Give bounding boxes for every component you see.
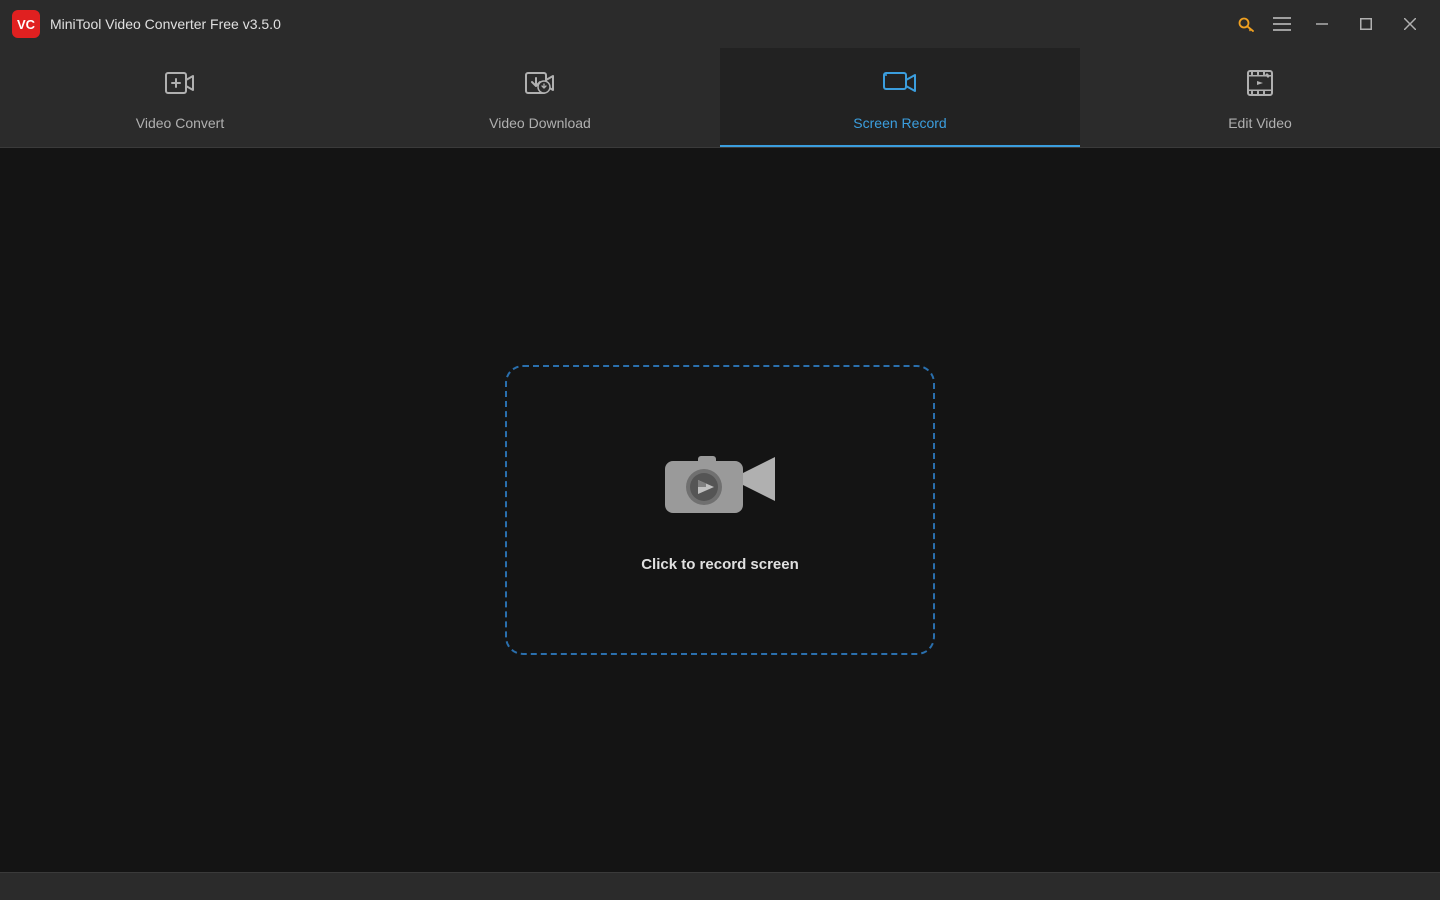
tab-video-download[interactable]: Video Download [360, 48, 720, 147]
edit-video-icon [1242, 65, 1278, 105]
menu-icon[interactable] [1268, 10, 1296, 38]
main-content: Click to record screen [0, 148, 1440, 872]
tab-video-convert[interactable]: Video Convert [0, 48, 360, 147]
title-bar: VC MiniTool Video Converter Free v3.5.0 [0, 0, 1440, 48]
footer [0, 872, 1440, 900]
maximize-button[interactable] [1348, 10, 1384, 38]
record-camera-icon [660, 447, 780, 532]
app-logo: VC [12, 10, 40, 38]
tab-edit-video-label: Edit Video [1228, 115, 1292, 131]
tab-edit-video[interactable]: Edit Video [1080, 48, 1440, 147]
record-screen-button[interactable]: Click to record screen [505, 365, 935, 655]
tab-screen-record[interactable]: Screen Record [720, 48, 1080, 147]
screen-record-icon [882, 65, 918, 105]
tab-screen-record-label: Screen Record [853, 115, 946, 131]
record-screen-label: Click to record screen [641, 556, 799, 573]
title-bar-controls [1232, 10, 1428, 38]
video-convert-icon [162, 65, 198, 105]
minimize-button[interactable] [1304, 10, 1340, 38]
nav-tabs: Video Convert Video Download Screen Reco… [0, 48, 1440, 148]
tab-video-convert-label: Video Convert [136, 115, 224, 131]
tab-video-download-label: Video Download [489, 115, 591, 131]
title-bar-left: VC MiniTool Video Converter Free v3.5.0 [12, 10, 281, 38]
video-download-icon [522, 65, 558, 105]
close-button[interactable] [1392, 10, 1428, 38]
key-icon[interactable] [1232, 10, 1260, 38]
app-title: MiniTool Video Converter Free v3.5.0 [50, 16, 281, 32]
